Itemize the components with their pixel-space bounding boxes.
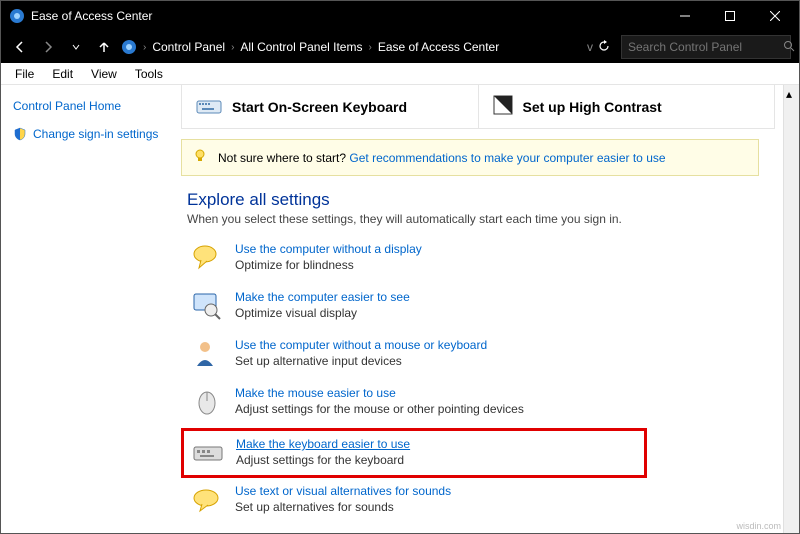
item-link[interactable]: Make the keyboard easier to use [236,437,410,451]
control-panel-icon [9,8,25,24]
person-icon [191,338,223,370]
item-desc: Adjust settings for the keyboard [236,453,410,467]
item-link[interactable]: Use text or visual alternatives for soun… [235,484,451,498]
explore-heading: Explore all settings [187,190,759,210]
item-desc: Optimize visual display [235,306,410,320]
menu-edit[interactable]: Edit [44,65,81,83]
chevron-right-icon: › [143,42,146,53]
item-desc: Set up alternatives for sounds [235,500,451,514]
close-button[interactable] [752,1,797,31]
search-box[interactable] [621,35,791,59]
breadcrumb[interactable]: › Control Panel › All Control Panel Item… [121,39,581,55]
setup-high-contrast-button[interactable]: Set up High Contrast [479,85,775,128]
list-item: Make the mouse easier to use Adjust setti… [187,380,759,428]
search-input[interactable] [628,40,783,54]
window-title: Ease of Access Center [31,9,662,23]
item-desc: Optimize for blindness [235,258,422,272]
keyboard-icon [196,95,222,118]
change-signin-settings-link[interactable]: Change sign-in settings [13,127,169,141]
setup-high-contrast-label: Set up High Contrast [523,99,662,115]
explore-subtext: When you select these settings, they wil… [187,212,759,226]
menu-file[interactable]: File [7,65,42,83]
list-item: Make it easier to focus on tasksAdjust s… [187,526,759,533]
recent-dropdown[interactable] [65,36,87,58]
speech-bubble-icon [191,242,223,274]
breadcrumb-root[interactable]: Control Panel [152,40,225,54]
item-link[interactable]: Make the computer easier to see [235,290,410,304]
quick-access-row: Start On-Screen Keyboard Set up High Con… [181,85,775,129]
lightbulb-icon [192,148,208,167]
refresh-button[interactable] [597,39,611,56]
highlighted-item-box: Make the keyboard easier to use Adjust se… [181,428,647,478]
shield-icon [13,127,27,141]
list-item: Use text or visual alternatives for soun… [187,478,759,526]
list-item: Make the computer easier to see Optimize … [187,284,759,332]
contrast-icon [493,95,513,118]
scrollbar-up-icon[interactable]: ▴ [786,87,797,95]
change-signin-label: Change sign-in settings [33,127,158,141]
start-onscreen-keyboard-button[interactable]: Start On-Screen Keyboard [182,85,479,128]
keyboard-small-icon [192,437,224,469]
chevron-right-icon: › [231,42,234,53]
maximize-button[interactable] [707,1,752,31]
watermark: wisdin.com [736,521,781,531]
breadcrumb-leaf[interactable]: Ease of Access Center [378,40,499,54]
banner-lead: Not sure where to start? [218,151,349,165]
menu-view[interactable]: View [83,65,125,83]
magnifier-monitor-icon [191,290,223,322]
sidebar: Control Panel Home Change sign-in settin… [1,85,181,533]
breadcrumb-mid[interactable]: All Control Panel Items [240,40,362,54]
list-item: Use the computer without a display Optimi… [187,236,759,284]
search-icon[interactable] [783,40,795,55]
mouse-icon [191,386,223,418]
back-button[interactable] [9,36,31,58]
minimize-button[interactable] [662,1,707,31]
control-panel-home-link[interactable]: Control Panel Home [13,99,169,113]
scrollbar[interactable]: ▴ [783,85,799,533]
address-bar: › Control Panel › All Control Panel Item… [1,31,799,63]
titlebar: Ease of Access Center [1,1,799,31]
banner-text: Not sure where to start? Get recommendat… [218,151,666,165]
control-panel-icon [121,39,137,55]
item-link[interactable]: Make it easier to focus on tasks [235,532,403,533]
item-link[interactable]: Use the computer without a display [235,242,422,256]
refresh-area: v [587,39,611,56]
focus-person-icon [191,532,223,533]
up-button[interactable] [93,36,115,58]
item-desc: Adjust settings for the mouse or other p… [235,402,524,416]
menu-tools[interactable]: Tools [127,65,171,83]
list-item: Use the computer without a mouse or keyb… [187,332,759,380]
forward-button[interactable] [37,36,59,58]
chevron-right-icon: › [368,42,371,53]
start-onscreen-keyboard-label: Start On-Screen Keyboard [232,99,407,115]
recommendation-link[interactable]: Get recommendations to make your compute… [349,151,665,165]
item-link[interactable]: Make the mouse easier to use [235,386,396,400]
item-desc: Set up alternative input devices [235,354,487,368]
list-item: Make the keyboard easier to use Adjust se… [188,435,414,471]
recommendation-banner: Not sure where to start? Get recommendat… [181,139,759,176]
main-content: ▴ Start On-Screen Keyboard Set up High C… [181,85,799,533]
dropdown-indicator-icon[interactable]: v [587,40,593,54]
sound-bubble-icon [191,484,223,516]
item-link[interactable]: Use the computer without a mouse or keyb… [235,338,487,352]
menu-bar: File Edit View Tools [1,63,799,85]
